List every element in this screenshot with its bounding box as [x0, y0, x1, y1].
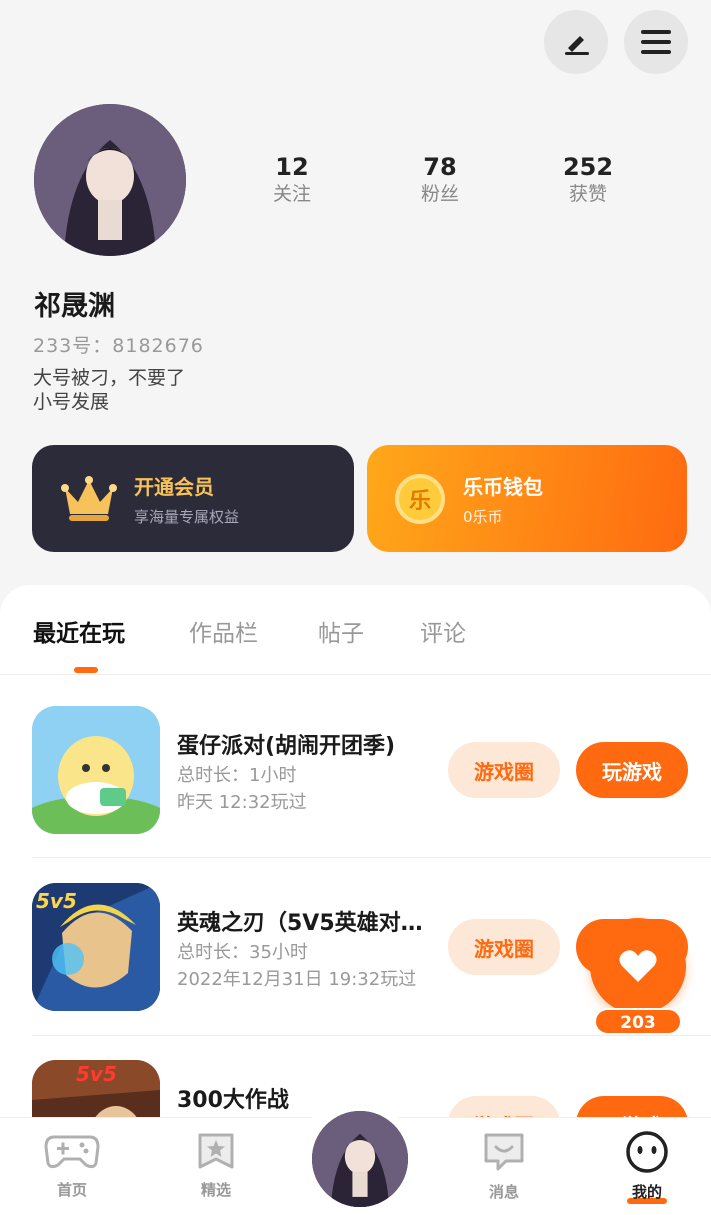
- tab-recently-played[interactable]: 最近在玩: [33, 614, 125, 648]
- username: 祁晟渊: [34, 291, 115, 322]
- tab-posts[interactable]: 帖子: [318, 614, 364, 648]
- chat-bubble-icon: [484, 1133, 524, 1171]
- heart-icon: [619, 950, 657, 982]
- wallet-balance: 0乐币: [463, 507, 503, 526]
- likes-count: 252: [562, 153, 614, 181]
- menu-button[interactable]: [624, 10, 688, 74]
- pencil-icon: [565, 36, 589, 55]
- floating-like-button[interactable]: [590, 918, 686, 1014]
- nav-messages-label: 消息: [488, 1183, 519, 1201]
- following-stat[interactable]: 12 关注: [232, 152, 352, 206]
- avatar: [312, 1111, 408, 1207]
- game-name: 英魂之刃（5V5英雄对战）: [177, 911, 432, 936]
- game-name: 300大作战: [177, 1088, 289, 1113]
- user-id: 233号：8182676: [33, 335, 204, 357]
- wallet-card[interactable]: 乐 乐币钱包 0乐币: [367, 445, 687, 552]
- bio-line-2: 小号发展: [33, 391, 110, 413]
- game-icon-badge: 5v5: [36, 889, 77, 913]
- nav-featured-label: 精选: [200, 1181, 231, 1199]
- followers-label: 粉丝: [420, 183, 459, 205]
- game-playtime: 总时长：35小时: [177, 942, 308, 963]
- nav-me[interactable]: 我的: [597, 1131, 697, 1204]
- crown-icon: [61, 475, 117, 521]
- followers-count: 78: [423, 153, 457, 181]
- nav-featured[interactable]: 精选: [166, 1131, 266, 1200]
- gamepad-icon: [44, 1135, 100, 1169]
- face-icon: [626, 1131, 668, 1173]
- row-divider: [32, 1035, 711, 1036]
- game-playtime: 总时长：1小时: [177, 765, 297, 786]
- bio: 大号被刁，不要了 小号发展: [33, 366, 185, 414]
- vip-card[interactable]: 开通会员 享海量专属权益: [32, 445, 354, 552]
- game-icon-badge: 5v5: [76, 1062, 117, 1086]
- game-last-played: 昨天 12:32玩过: [177, 792, 307, 813]
- game-icon-hun-zhi-ren[interactable]: 5v5: [32, 883, 160, 1011]
- active-tab-indicator: [74, 667, 98, 673]
- coin-icon: 乐: [395, 473, 445, 524]
- play-game-button[interactable]: 玩游戏: [576, 742, 688, 798]
- likes-label: 获赞: [568, 183, 607, 205]
- followers-stat[interactable]: 78 粉丝: [380, 152, 500, 206]
- nav-center-avatar[interactable]: [312, 1111, 408, 1207]
- game-last-played: 2022年12月31日 19:32玩过: [177, 969, 417, 990]
- game-circle-button[interactable]: 游戏圈: [448, 742, 560, 798]
- game-name: 蛋仔派对(胡闹开团季): [177, 734, 396, 759]
- nav-home[interactable]: 首页: [22, 1131, 122, 1200]
- nav-home-label: 首页: [56, 1181, 87, 1199]
- bio-line-1: 大号被刁，不要了: [33, 367, 186, 389]
- following-label: 关注: [272, 183, 311, 205]
- profile-avatar[interactable]: [34, 104, 186, 256]
- wallet-card-title: 乐币钱包: [463, 474, 543, 499]
- floating-like-count: 203: [594, 1008, 682, 1035]
- tab-works[interactable]: 作品栏: [189, 614, 258, 648]
- avatar-illustration: [34, 104, 186, 256]
- vip-card-title: 开通会员: [134, 474, 214, 499]
- tab-divider: [0, 674, 711, 675]
- eggy-party-art: [32, 706, 160, 834]
- hamburger-menu-icon: [641, 30, 671, 54]
- likes-stat[interactable]: 252 获赞: [528, 152, 648, 206]
- nav-messages[interactable]: 消息: [454, 1131, 554, 1202]
- game-icon-eggy-party[interactable]: [32, 706, 160, 834]
- game-circle-button[interactable]: 游戏圈: [448, 919, 560, 975]
- row-divider: [32, 857, 711, 858]
- vip-card-subtitle: 享海量专属权益: [134, 507, 240, 526]
- edit-profile-button[interactable]: [544, 10, 608, 74]
- nav-me-label: 我的: [631, 1183, 662, 1201]
- star-bookmark-icon: [198, 1133, 234, 1169]
- tab-comments[interactable]: 评论: [420, 614, 466, 648]
- following-count: 12: [275, 153, 309, 181]
